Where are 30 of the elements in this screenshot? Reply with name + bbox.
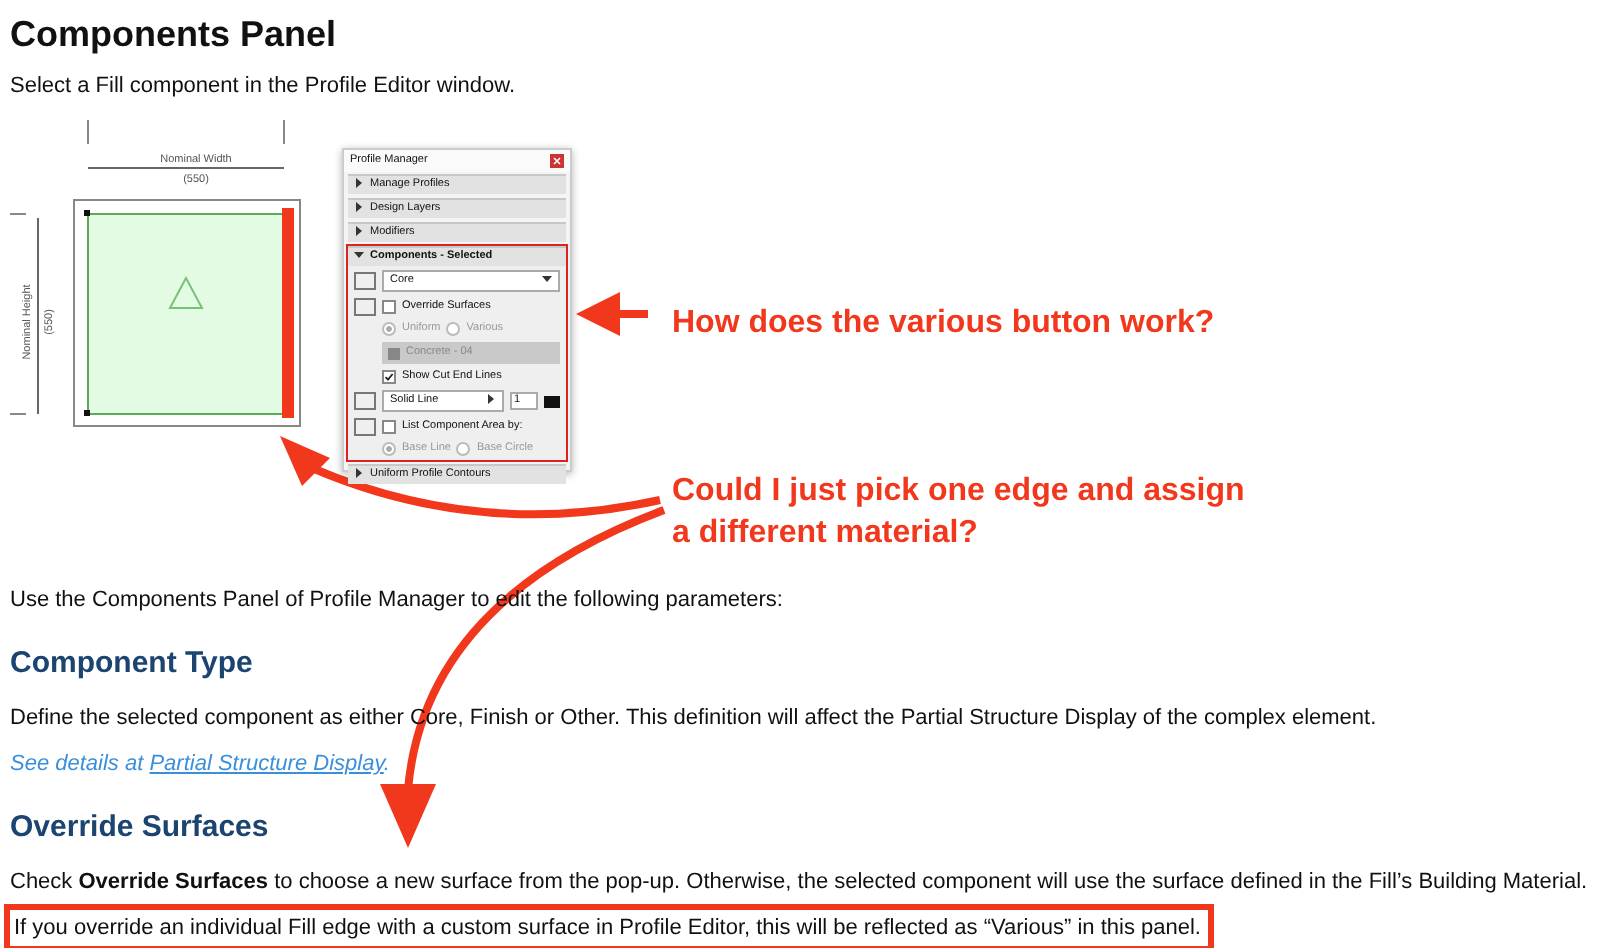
caret-icon — [486, 394, 496, 404]
arrow — [576, 292, 648, 336]
paragraph: Check Override Surfaces to choose a new surface from the pop-up. Otherwise, the selected component will use the surface defined in the Fill’s Building Material. — [10, 868, 1588, 898]
caret-icon — [354, 250, 364, 260]
surface-icon — [354, 298, 376, 316]
highlighted-note: If you override an individual Fill edge with a custom surface in Profile Editor, this will be reflected as “Various” in this panel. — [4, 904, 1215, 948]
area-icon — [354, 418, 376, 436]
checkbox[interactable] — [382, 420, 396, 434]
caret-icon — [354, 468, 364, 478]
annotation-question: How does the various button work? — [672, 304, 1215, 344]
pen-color-swatch[interactable] — [544, 395, 560, 407]
see-details-text: See details at Partial Structure Display. — [10, 750, 392, 780]
caret-icon — [354, 226, 364, 236]
checkbox[interactable] — [382, 370, 396, 384]
close-icon[interactable] — [550, 154, 564, 168]
caret-icon — [542, 274, 552, 284]
caret-icon — [354, 202, 364, 212]
checkbox[interactable] — [382, 300, 396, 314]
component-icon — [354, 272, 376, 290]
page-title: Components Panel — [10, 12, 339, 56]
caret-icon — [354, 178, 364, 188]
annotation-question: Could I just pick one edge and assign a different material? — [672, 472, 1245, 554]
section-heading: Override Surfaces — [10, 810, 271, 846]
radio-button[interactable] — [382, 442, 396, 456]
radio-button[interactable] — [382, 322, 396, 336]
intro-text: Select a Fill component in the Profile Editor window. — [10, 72, 518, 102]
section-heading: Component Type — [10, 646, 255, 682]
checkmark-icon — [384, 372, 394, 382]
radio-button[interactable] — [456, 442, 471, 456]
radio-button[interactable] — [446, 322, 461, 336]
